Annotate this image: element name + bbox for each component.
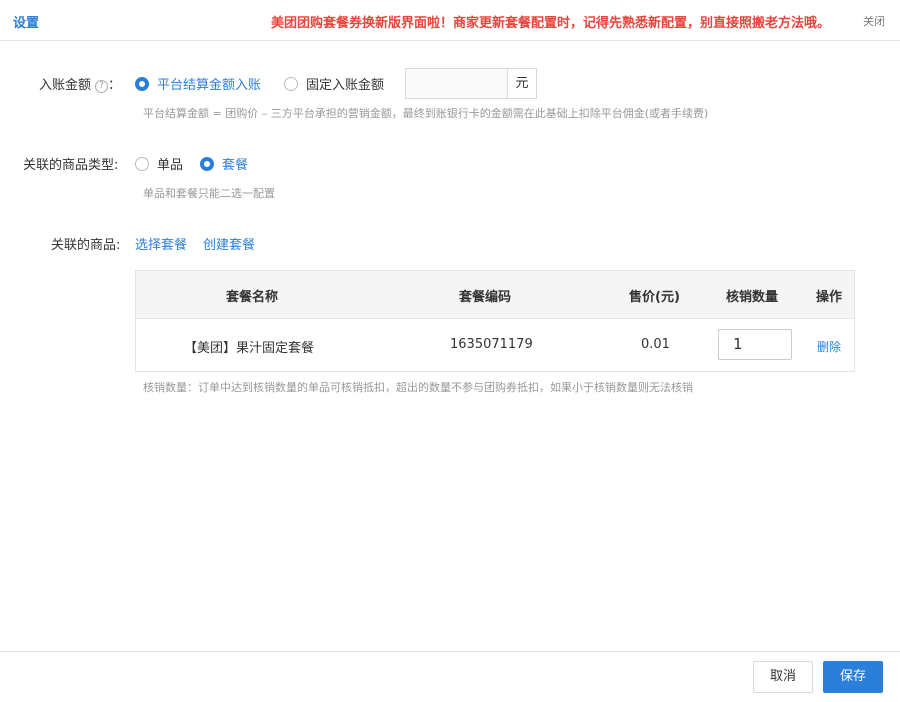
fixed-amount-input[interactable] bbox=[405, 68, 507, 99]
column-header-action: 操作 bbox=[816, 290, 843, 305]
close-button[interactable]: 关闭 bbox=[863, 13, 885, 29]
dialog-header: 设置 美团团购套餐券换新版界面啦！商家更新套餐配置时，记得先熟悉新配置，别直接照… bbox=[0, 0, 900, 41]
entry-amount-hint: 平台结算金额 = 团购价 – 三方平台承担的营销金额，最终到账银行卡的金额需在此… bbox=[143, 107, 709, 120]
cell-package-name: 【美团】果汁固定套餐 bbox=[184, 341, 315, 356]
radio-platform-settlement[interactable]: 平台结算金额入账 bbox=[135, 74, 261, 93]
dialog-footer: 取消 保存 bbox=[0, 651, 900, 702]
entry-amount-label-text: 入账金额 bbox=[39, 78, 92, 93]
radio-fixed-amount[interactable]: 固定入账金额 bbox=[284, 74, 384, 93]
product-type-label: 关联的商品类型: bbox=[23, 158, 119, 173]
delete-link[interactable]: 删除 bbox=[817, 338, 841, 355]
product-type-hint: 单品和套餐只能二选一配置 bbox=[143, 187, 275, 200]
column-header-qty: 核销数量 bbox=[726, 290, 779, 305]
radio-checked-icon bbox=[200, 156, 214, 171]
radio-single-product-label: 单品 bbox=[157, 158, 184, 173]
update-notice: 美团团购套餐券换新版界面啦！商家更新套餐配置时，记得先熟悉新配置，别直接照搬老方… bbox=[270, 16, 830, 31]
products-label: 关联的商品: bbox=[51, 238, 121, 253]
radio-package[interactable]: 套餐 bbox=[200, 154, 248, 173]
quantity-input[interactable]: 1 bbox=[718, 329, 792, 360]
cancel-button[interactable]: 取消 bbox=[753, 661, 813, 693]
radio-platform-settlement-label: 平台结算金额入账 bbox=[157, 78, 262, 93]
save-button[interactable]: 保存 bbox=[823, 661, 883, 693]
quantity-hint: 核销数量：订单中达到核销数量的单品可核销抵扣，超出的数量不参与团购券抵扣，如果小… bbox=[143, 381, 693, 394]
column-header-price: 售价(元) bbox=[629, 290, 680, 305]
radio-package-label: 套餐 bbox=[222, 158, 249, 173]
table-header: 套餐名称 套餐编码 售价(元) 核销数量 操作 bbox=[136, 271, 854, 319]
cell-package-price: 0.01 bbox=[641, 337, 670, 352]
column-header-code: 套餐编码 bbox=[459, 290, 512, 305]
create-package-link[interactable]: 创建套餐 bbox=[203, 234, 255, 253]
select-package-link[interactable]: 选择套餐 bbox=[135, 234, 187, 253]
radio-single-product[interactable]: 单品 bbox=[135, 154, 183, 173]
radio-fixed-amount-label: 固定入账金额 bbox=[306, 78, 385, 93]
cell-package-code: 1635071179 bbox=[450, 337, 533, 352]
entry-amount-colon: ： bbox=[108, 78, 122, 93]
radio-unchecked-icon bbox=[284, 76, 298, 91]
radio-checked-icon bbox=[135, 76, 149, 91]
package-table: 套餐名称 套餐编码 售价(元) 核销数量 操作 【美团】果汁固定套餐 16350… bbox=[135, 270, 855, 372]
radio-unchecked-icon bbox=[135, 156, 149, 171]
entry-amount-label: 入账金额?： bbox=[39, 74, 121, 93]
help-icon[interactable]: ? bbox=[95, 80, 109, 93]
dialog-title: 设置 bbox=[13, 16, 40, 31]
amount-unit: 元 bbox=[507, 68, 537, 99]
column-header-name: 套餐名称 bbox=[226, 290, 279, 305]
